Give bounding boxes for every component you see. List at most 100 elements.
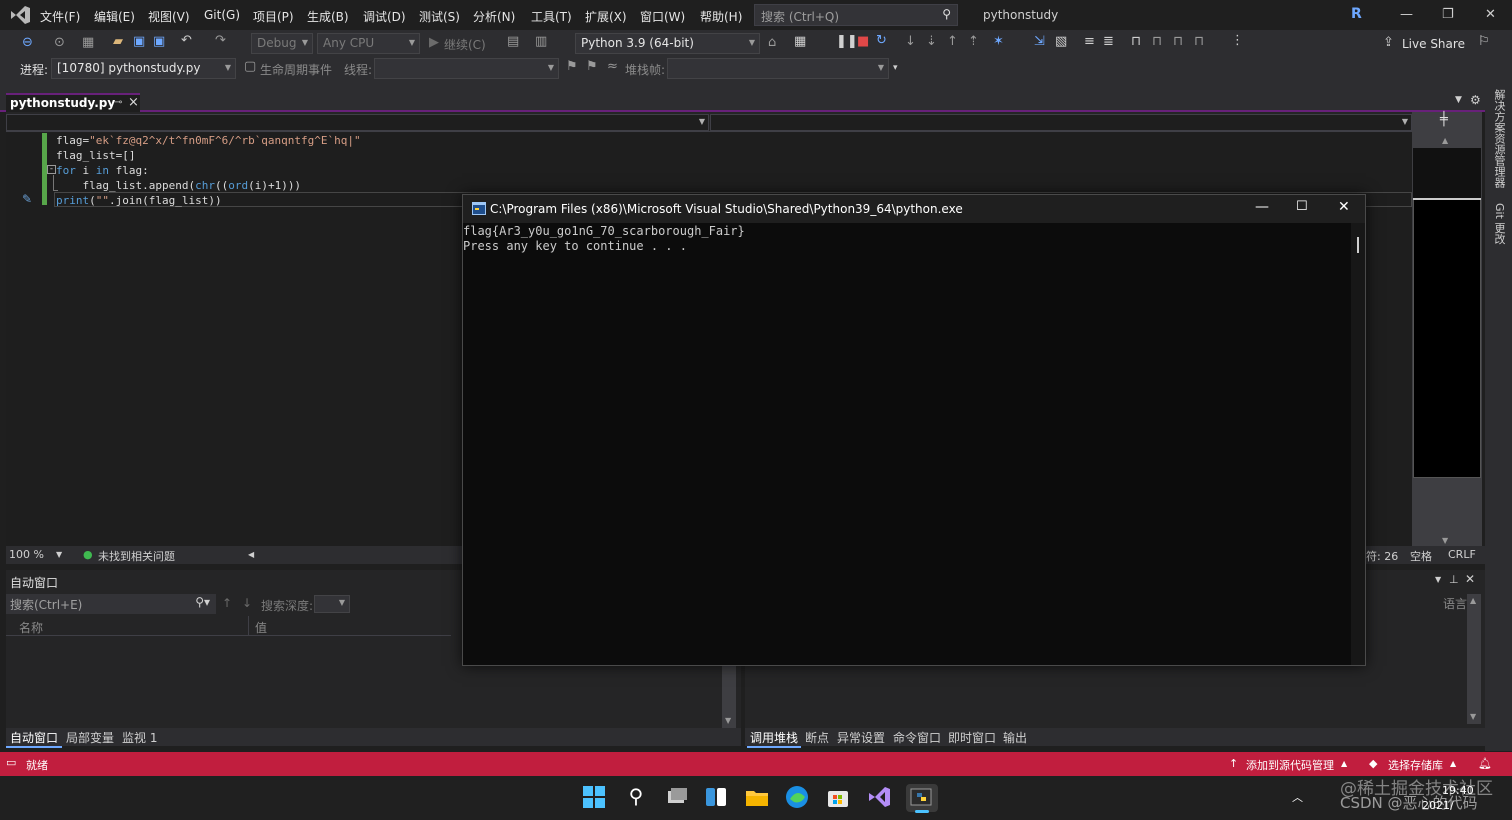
console-scroll-thumb[interactable] bbox=[1357, 237, 1359, 253]
column-language[interactable]: 语言 bbox=[1443, 595, 1467, 612]
tab-output[interactable]: 输出 bbox=[1003, 729, 1027, 746]
tab-call-stack[interactable]: 调用堆栈 bbox=[747, 729, 802, 748]
menu-window[interactable]: 窗口(W) bbox=[640, 8, 685, 25]
step-out-icon[interactable]: ↑ bbox=[947, 34, 958, 49]
console-title-bar[interactable]: C:\Program Files (x86)\Microsoft Visual … bbox=[463, 195, 1365, 223]
configuration-select[interactable]: Debug ▼ bbox=[251, 33, 313, 54]
widgets-icon[interactable] bbox=[703, 784, 731, 812]
scroll-down-icon[interactable]: ▼ bbox=[1442, 536, 1448, 545]
scroll-up-icon[interactable]: ▲ bbox=[1442, 136, 1448, 145]
window-position-icon[interactable]: ▼ bbox=[1435, 575, 1441, 584]
git-changes-tab[interactable]: Git 更改 bbox=[1491, 203, 1507, 244]
search-down-icon[interactable]: ↓ bbox=[242, 596, 252, 610]
stack-frame-select[interactable]: ▼ bbox=[667, 58, 889, 79]
diagnostics-icon[interactable]: ✶ bbox=[993, 34, 1004, 49]
zoom-dropdown-icon[interactable]: ▼ bbox=[56, 550, 62, 559]
menu-help[interactable]: 帮助(H) bbox=[700, 8, 742, 25]
member-select[interactable]: ▼ bbox=[710, 114, 1412, 131]
live-share-button[interactable]: Live Share bbox=[1402, 37, 1465, 51]
continue-button[interactable]: 继续(C) bbox=[444, 36, 486, 53]
menu-extensions[interactable]: 扩展(X) bbox=[585, 8, 627, 25]
tab-breakpoints[interactable]: 断点 bbox=[805, 729, 829, 746]
tab-exception-settings[interactable]: 异常设置 bbox=[837, 729, 885, 746]
tab-autos[interactable]: 自动窗口 bbox=[6, 729, 63, 748]
line-ending[interactable]: CRLF bbox=[1448, 548, 1476, 561]
menu-tools[interactable]: 工具(T) bbox=[531, 8, 572, 25]
redo-icon[interactable]: ↷ bbox=[215, 33, 226, 48]
bookmark-icon[interactable]: ⊓ bbox=[1131, 34, 1141, 49]
menu-project[interactable]: 项目(P) bbox=[253, 8, 294, 25]
autos-scrollbar[interactable]: ▼ bbox=[722, 662, 736, 728]
menu-debug[interactable]: 调试(D) bbox=[363, 8, 406, 25]
python-environment-select[interactable]: Python 3.9 (64-bit) ▼ bbox=[575, 33, 760, 54]
lifecycle-events-icon[interactable]: ▢ bbox=[244, 59, 256, 74]
tab-immediate-window[interactable]: 即时窗口 bbox=[948, 729, 996, 746]
tab-pythonstudy[interactable]: pythonstudy.py ⊸ × bbox=[6, 93, 140, 112]
menu-file[interactable]: 文件(F) bbox=[40, 8, 80, 25]
menu-build[interactable]: 生成(B) bbox=[307, 8, 349, 25]
edge-browser-icon[interactable] bbox=[784, 784, 812, 812]
taskbar-search-icon[interactable]: ⚲ bbox=[622, 784, 650, 812]
step-over-icon[interactable]: ⇣ bbox=[926, 34, 937, 49]
windows-layout-icon[interactable]: ▦ bbox=[794, 34, 806, 49]
console-minimize-icon[interactable]: — bbox=[1255, 199, 1269, 215]
search-icon[interactable]: ⚲▾ bbox=[195, 595, 210, 609]
search-depth-select[interactable]: ▼ bbox=[314, 595, 350, 613]
quick-actions-brush-icon[interactable]: ✎ bbox=[22, 192, 32, 206]
back-icon[interactable]: ⊖ bbox=[22, 35, 33, 50]
start-windows-icon[interactable] bbox=[581, 784, 609, 812]
autos-search-input[interactable]: 搜索(Ctrl+E) ⚲▾ bbox=[6, 594, 216, 614]
call-stack-scrollbar[interactable]: ▲ ▼ bbox=[1467, 594, 1481, 724]
console-scrollbar[interactable] bbox=[1351, 223, 1365, 665]
pin-icon[interactable]: ⊸ bbox=[114, 97, 122, 108]
browse-icon[interactable]: ▤ bbox=[507, 34, 519, 49]
split-editor-icon[interactable]: ╪ bbox=[1440, 112, 1448, 127]
process-select[interactable]: [10780] pythonstudy.py ▼ bbox=[51, 58, 236, 79]
step-into-icon[interactable]: ↓ bbox=[905, 34, 916, 49]
tab-locals[interactable]: 局部变量 bbox=[66, 729, 114, 746]
scroll-down-icon[interactable]: ▼ bbox=[725, 716, 731, 725]
thread-select[interactable]: ▼ bbox=[374, 58, 559, 79]
notifications-bell-icon[interactable]: 🔔︎ bbox=[1478, 757, 1492, 770]
outdent-icon[interactable]: ≣ bbox=[1103, 34, 1114, 49]
menu-test[interactable]: 测试(S) bbox=[419, 8, 460, 25]
undo-icon[interactable]: ↶ bbox=[181, 33, 192, 48]
visual-studio-logo-icon[interactable] bbox=[9, 5, 31, 25]
console-output[interactable]: flag{Ar3_y0u_go1nG_70_scarborough_Fair} P… bbox=[463, 223, 1351, 665]
search-input[interactable]: 搜索 (Ctrl+Q) ⚲ bbox=[754, 4, 958, 26]
show-next-statement-icon[interactable]: ⇲ bbox=[1034, 34, 1045, 49]
tab-watch-1[interactable]: 监视 1 bbox=[122, 729, 157, 746]
scroll-up-icon[interactable]: ▲ bbox=[1470, 596, 1476, 605]
cursor-position[interactable]: 符: 26 bbox=[1366, 548, 1398, 564]
python-taskbar-icon[interactable] bbox=[906, 784, 938, 813]
zoom-level[interactable]: 100 % bbox=[9, 548, 44, 561]
search-up-icon[interactable]: ↑ bbox=[222, 596, 232, 610]
project-scope-select[interactable]: ▼ bbox=[6, 114, 709, 131]
clear-bookmarks-icon[interactable]: ⊓ bbox=[1194, 34, 1204, 49]
issues-status[interactable]: 未找到相关问题 bbox=[98, 548, 175, 564]
account-avatar[interactable]: R bbox=[1351, 6, 1362, 22]
add-source-control-button[interactable]: 添加到源代码管理 bbox=[1246, 757, 1334, 773]
minimize-icon[interactable]: — bbox=[1400, 7, 1413, 22]
restart-icon[interactable]: ↻ bbox=[876, 33, 887, 48]
stop-icon[interactable]: ■ bbox=[857, 34, 869, 49]
platform-select[interactable]: Any CPU ▼ bbox=[317, 33, 420, 54]
toolbox-icon[interactable]: ▧ bbox=[1055, 34, 1067, 49]
hot-reload-icon[interactable]: ⌂ bbox=[768, 35, 776, 50]
select-repository-button[interactable]: 选择存储库 bbox=[1388, 757, 1443, 773]
new-project-icon[interactable]: ▦ bbox=[82, 35, 94, 50]
close-icon[interactable]: ✕ bbox=[1485, 7, 1496, 22]
step-back-icon[interactable]: ⇡ bbox=[968, 34, 979, 49]
microsoft-store-icon[interactable] bbox=[825, 784, 853, 812]
file-explorer-icon[interactable] bbox=[744, 784, 772, 812]
menu-view[interactable]: 视图(V) bbox=[148, 8, 190, 25]
menu-analyze[interactable]: 分析(N) bbox=[473, 8, 515, 25]
scroll-left-icon[interactable]: ◀ bbox=[248, 550, 254, 559]
scroll-down-icon[interactable]: ▼ bbox=[1470, 712, 1476, 721]
settings-gear-icon[interactable]: ⚙ bbox=[1470, 93, 1481, 107]
auto-hide-pin-icon[interactable]: ⊥ bbox=[1449, 573, 1459, 586]
indent-icon[interactable]: ≡ bbox=[1084, 34, 1095, 49]
lifecycle-events-button[interactable]: 生命周期事件 bbox=[260, 61, 332, 78]
column-divider[interactable] bbox=[248, 616, 249, 636]
column-value[interactable]: 值 bbox=[255, 619, 267, 636]
